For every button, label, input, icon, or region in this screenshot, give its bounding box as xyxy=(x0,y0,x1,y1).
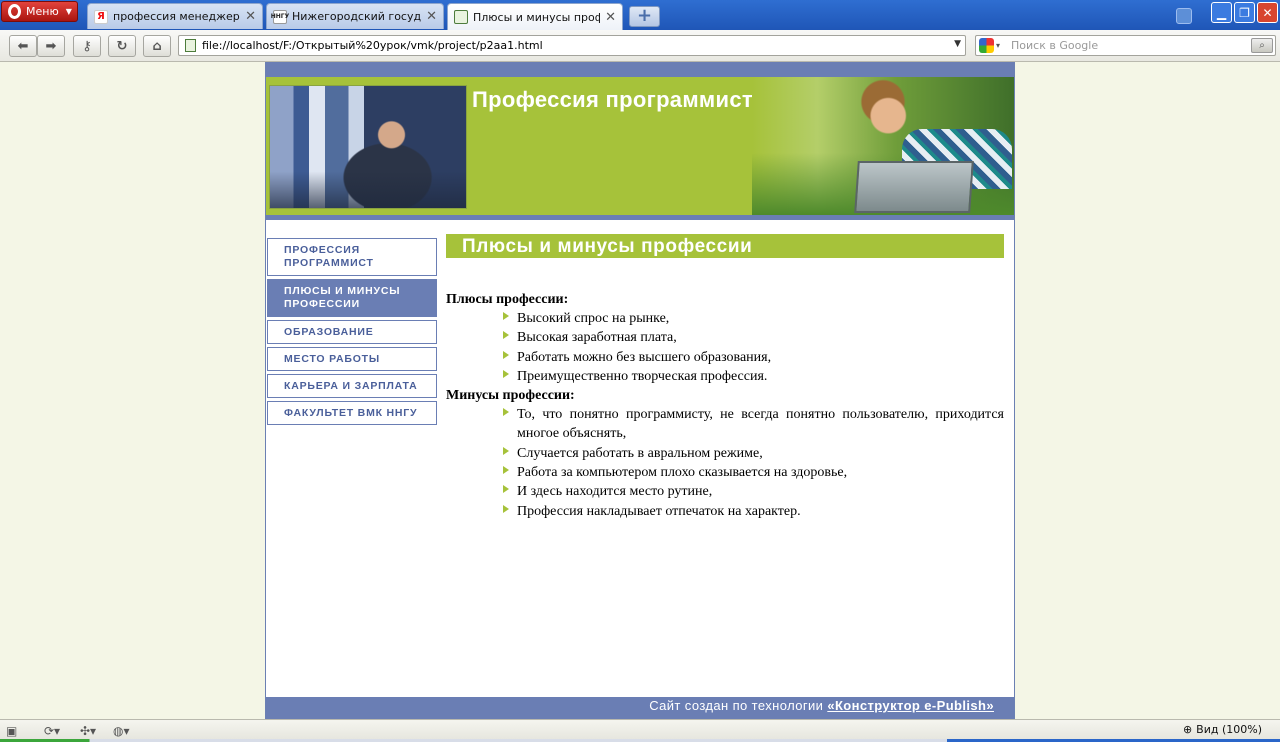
list-item: Работать можно без высшего образования, xyxy=(503,348,1004,367)
tab-3-active[interactable]: Плюсы и минусы профе... ✕ xyxy=(447,3,623,30)
tab-1[interactable]: Я профессия менеджер п... ✕ xyxy=(87,3,263,29)
zoom-label: Вид (100%) xyxy=(1196,723,1262,736)
close-icon[interactable]: ✕ xyxy=(426,9,437,24)
nav-item-career-salary[interactable]: КАРЬЕРА И ЗАРПЛАТА xyxy=(267,374,437,398)
nav-item-vmk-faculty[interactable]: ФАКУЛЬТЕТ ВМК ННГУ xyxy=(267,401,437,425)
address-text: file://localhost/F:/Открытый%20урок/vmk/… xyxy=(202,39,543,52)
tab-2[interactable]: ННГУ Нижегородский госуда... ✕ xyxy=(266,3,444,29)
minimize-icon[interactable]: ▁ xyxy=(1211,2,1232,23)
nav-item-pros-cons[interactable]: ПЛЮСЫ И МИНУСЫ ПРОФЕССИИ xyxy=(267,279,437,317)
arrow-right-icon: ➡ xyxy=(45,38,57,54)
site-banner: Профессия программист xyxy=(266,77,1014,215)
university-favicon-icon: ННГУ xyxy=(271,9,289,24)
side-navigation: ПРОФЕССИЯ ПРОГРАММИСТ ПЛЮСЫ И МИНУСЫ ПРО… xyxy=(267,238,437,428)
chevron-down-icon[interactable]: ▼ xyxy=(954,39,961,49)
menu-label: Меню xyxy=(26,5,59,18)
reload-button[interactable]: ↻ xyxy=(108,35,136,57)
banner-divider xyxy=(266,215,1014,220)
address-field[interactable]: file://localhost/F:/Открытый%20урок/vmk/… xyxy=(178,35,966,56)
list-item: Высокая заработная плата, xyxy=(503,328,1004,347)
close-icon[interactable]: ✕ xyxy=(605,10,616,25)
arrow-left-icon: ⬅ xyxy=(17,38,29,54)
header-strip xyxy=(266,62,1014,77)
list-item: Случается работать в авральном режиме, xyxy=(503,444,1004,463)
new-tab-button[interactable]: + xyxy=(629,6,660,27)
opera-menu-button[interactable]: Меню ▼ xyxy=(1,1,78,22)
yandex-favicon-icon: Я xyxy=(94,9,108,24)
close-window-icon[interactable]: ✕ xyxy=(1257,2,1278,23)
list-item: И здесь находится место рутине, xyxy=(503,482,1004,501)
page-title: Плюсы и минусы профессии xyxy=(446,234,1004,258)
zoom-control[interactable]: ⊕ Вид (100%) xyxy=(1183,723,1262,736)
pros-title: Плюсы профессии: xyxy=(446,292,569,307)
list-item: То, что понятно программисту, не всегда … xyxy=(503,405,1004,444)
cons-title: Минусы профессии: xyxy=(446,388,575,404)
status-bar: ▣ ⟳▾ ✣▾ ◍▾ ⊕ Вид (100%) xyxy=(0,719,1280,742)
reload-icon: ↻ xyxy=(116,38,128,54)
forward-button[interactable]: ➡ xyxy=(37,35,65,57)
search-icon[interactable]: ⌕ xyxy=(1251,38,1273,53)
banner-photo-boy-laptop xyxy=(752,77,1014,215)
pros-list: Высокий спрос на рынке, Высокая заработн… xyxy=(503,309,1004,386)
tab-title: Плюсы и минусы профе... xyxy=(473,10,601,24)
back-button[interactable]: ⬅ xyxy=(9,35,37,57)
sync-icon[interactable]: ⟳▾ xyxy=(44,723,60,739)
search-field[interactable]: ▾ Поиск в Google ⌕ xyxy=(975,35,1276,56)
list-item: Преимущественно творческая профессия. xyxy=(503,367,1004,386)
wand-button[interactable]: ⚷ xyxy=(73,35,101,57)
site-title: Профессия программист xyxy=(472,87,753,112)
nav-item-profession[interactable]: ПРОФЕССИЯ ПРОГРАММИСТ xyxy=(267,238,437,276)
home-button[interactable]: ⌂ xyxy=(143,35,171,57)
cons-list: То, что понятно программисту, не всегда … xyxy=(503,405,1004,521)
panel-toggle-icon[interactable]: ▣ xyxy=(6,723,17,739)
google-icon[interactable]: ▾ xyxy=(979,37,1007,54)
page-favicon-icon xyxy=(454,10,468,24)
page-icon xyxy=(185,39,196,52)
address-toolbar: ⬅ ➡ ⚷ ↻ ⌂ file://localhost/F:/Открытый%2… xyxy=(0,30,1280,62)
web-page: Профессия программист ПРОФЕССИЯ ПРОГРАММ… xyxy=(265,62,1015,719)
banner-photo-trader xyxy=(269,85,467,209)
opera-logo-icon xyxy=(8,4,21,19)
nav-item-workplace[interactable]: МЕСТО РАБОТЫ xyxy=(267,347,437,371)
footer-link[interactable]: «Конструктор e-Publish» xyxy=(827,698,994,713)
unite-icon[interactable]: ✣▾ xyxy=(80,723,96,739)
zoom-icon: ⊕ xyxy=(1182,723,1193,736)
list-item: Работа за компьютером плохо сказывается … xyxy=(503,463,1004,482)
browser-tab-bar: Меню ▼ Я профессия менеджер п... ✕ ННГУ … xyxy=(0,0,1280,30)
search-placeholder: Поиск в Google xyxy=(1011,39,1099,52)
main-content: Плюсы и минусы профессии Плюсы профессии… xyxy=(446,234,1004,521)
site-footer: Сайт создан по технологии «Конструктор e… xyxy=(266,697,1014,719)
close-icon[interactable]: ✕ xyxy=(245,9,256,24)
trash-icon[interactable] xyxy=(1176,8,1192,24)
nav-item-education[interactable]: ОБРАЗОВАНИЕ xyxy=(267,320,437,344)
tab-title: Нижегородский госуда... xyxy=(292,10,422,23)
home-icon: ⌂ xyxy=(152,38,162,54)
footer-text: Сайт создан по технологии xyxy=(649,698,828,713)
list-item: Профессия накладывает отпечаток на харак… xyxy=(503,502,1004,521)
list-item: Высокий спрос на рынке, xyxy=(503,309,1004,328)
turbo-icon[interactable]: ◍▾ xyxy=(113,723,130,739)
key-icon: ⚷ xyxy=(82,38,92,54)
restore-icon[interactable]: ❐ xyxy=(1234,2,1255,23)
chevron-down-icon: ▼ xyxy=(65,7,72,16)
tab-title: профессия менеджер п... xyxy=(113,10,240,23)
